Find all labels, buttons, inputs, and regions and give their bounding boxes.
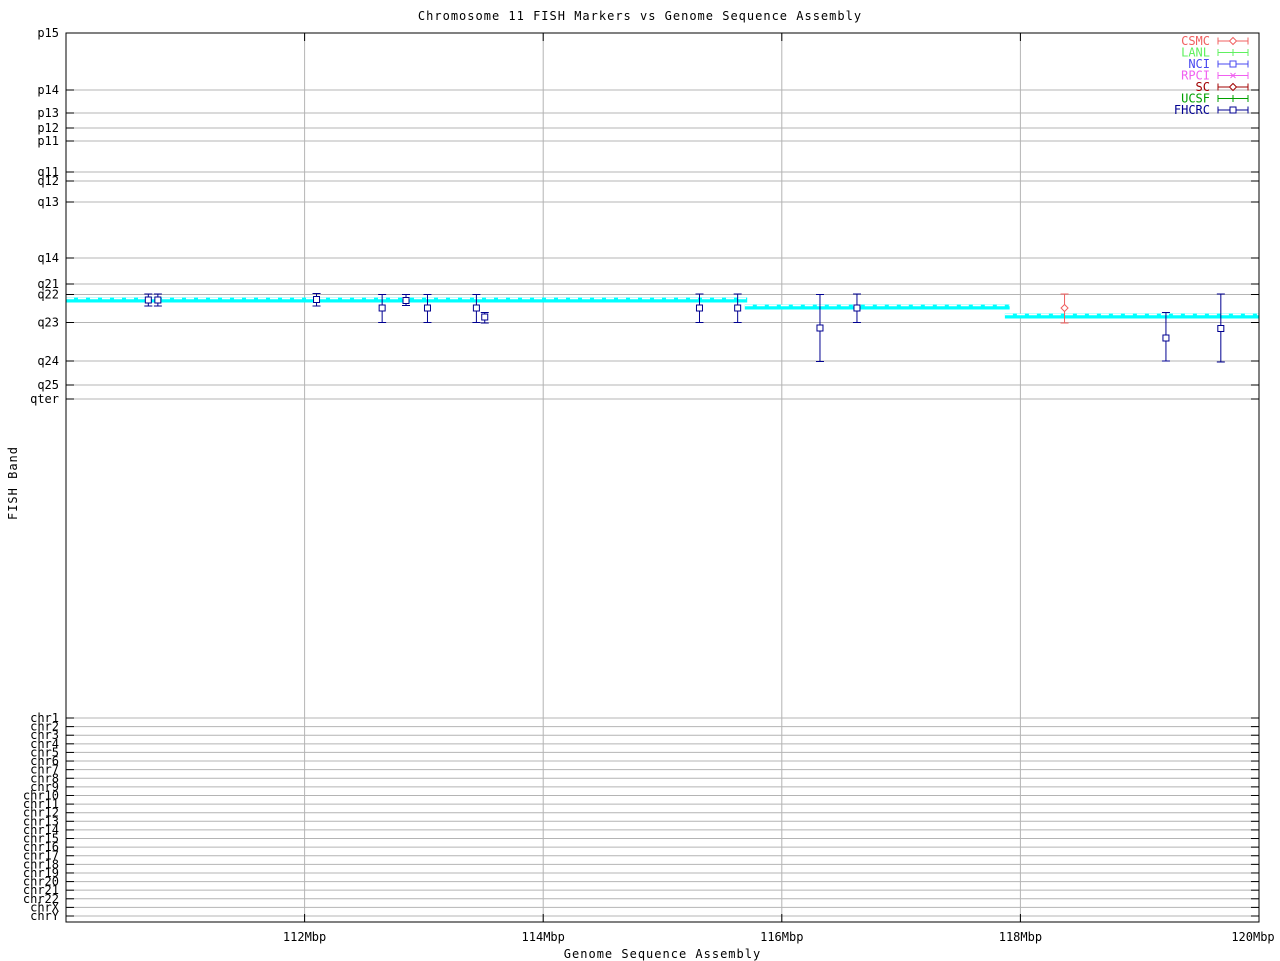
fish-marker-chart: Chromosome 11 FISH Markers vs Genome Seq… [0,0,1280,961]
x-tick-label: 118Mbp [999,930,1042,944]
plot-border-and-ticks [65,32,1260,923]
y-tick-label: qter [30,392,59,406]
x-tick-labels: 112Mbp 114Mbp 116Mbp 118Mbp 120Mbp [283,930,1275,944]
y-tick-label: p14 [37,83,59,97]
y-tick-label: q23 [37,316,59,330]
legend-entry-RPCI: RPCI [1181,69,1249,83]
series-FHCRC [144,293,1225,363]
y-tick-label: p11 [37,134,59,148]
legend-entry-FHCRC: FHCRC [1174,103,1249,117]
y-tick-label: q25 [37,378,59,392]
y-tick-label: p12 [37,121,59,135]
legend: CSMCLANLNCIRPCISCUCSFFHCRC [1174,34,1249,117]
y-tick-label: q14 [37,251,59,265]
x-tick-label: 112Mbp [283,930,326,944]
x-tick-label: 114Mbp [522,930,565,944]
x-tick-label: 120Mbp [1231,930,1274,944]
y-tick-label: p15 [37,26,59,40]
y-tick-label: chrY [30,909,60,923]
series-CSMC [1060,293,1069,324]
y-tick-label: p13 [37,106,59,120]
plot-canvas: p15p14p13p12p11q11q12q13q14q21q22q23q24q… [23,26,1275,944]
y-tick-label: q13 [37,195,59,209]
y-tick-label: q12 [37,174,59,188]
x-tick-label: 116Mbp [760,930,803,944]
y-tick-labels: p15p14p13p12p11q11q12q13q14q21q22q23q24q… [23,26,60,923]
gridlines [66,33,1259,922]
legend-label: FHCRC [1174,103,1210,117]
assembly-band-segments [66,297,1259,319]
y-tick-label: q24 [37,354,59,368]
y-tick-label: q22 [37,288,59,302]
